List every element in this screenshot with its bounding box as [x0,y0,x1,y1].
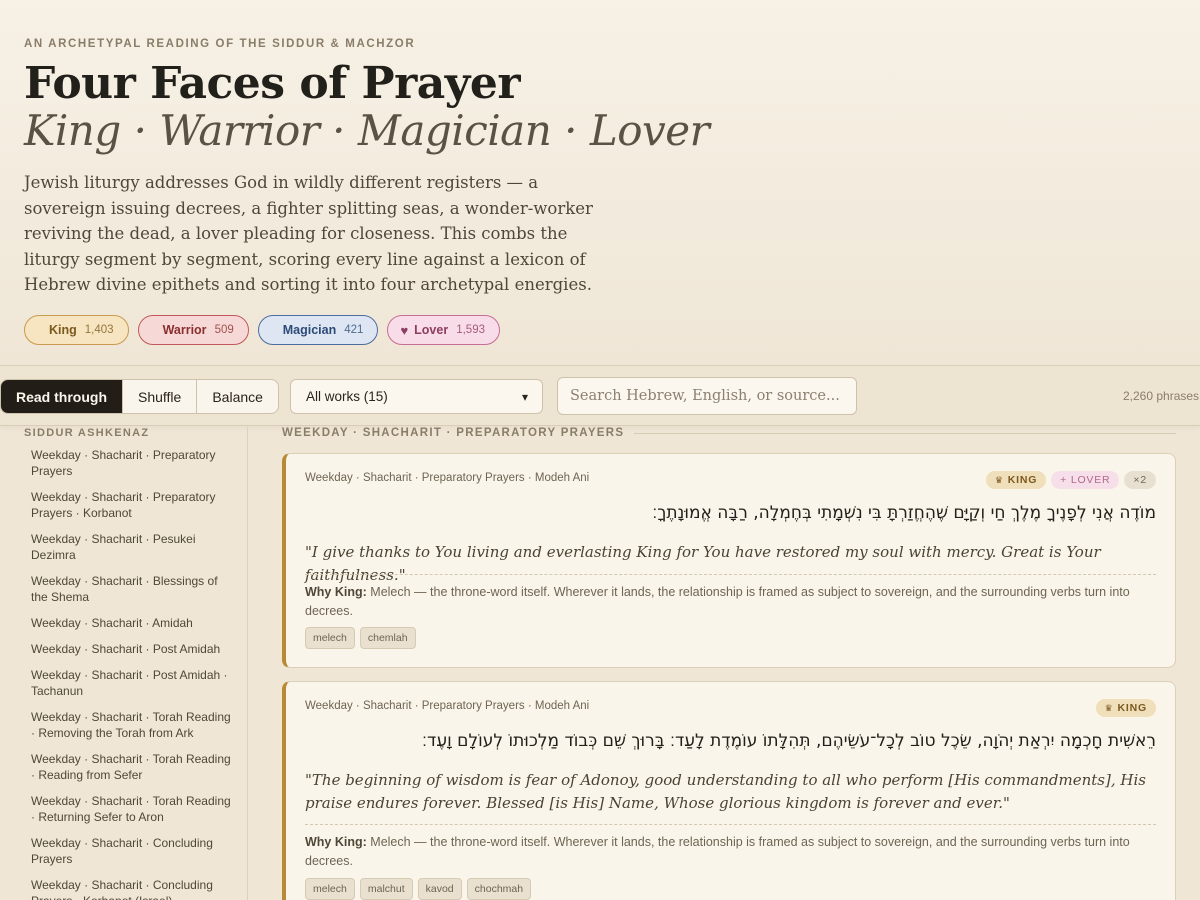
why-label: Why King: [305,585,367,599]
tag-label: KING [1007,474,1038,486]
hero-header: AN ARCHETYPAL READING OF THE SIDDUR & MA… [0,0,1200,366]
filter-king[interactable]: King 1,403 [24,315,129,345]
lexeme-chips: melech chemlah [305,627,416,649]
sidebar-item[interactable]: Weekday · Shacharit · Concluding Prayers… [31,877,236,900]
sidebar-item[interactable]: Weekday · Shacharit · Concluding Prayers [31,835,236,867]
section-heading: WEEKDAY · SHACHARIT · PREPARATORY PRAYER… [282,427,1176,439]
sidebar-item[interactable]: Weekday · Shacharit · Blessings of the S… [31,573,236,605]
search-placeholder: Search Hebrew, English, or source... [570,388,840,404]
why-explanation: Why King: Melech — the throne-word itsel… [305,833,1160,871]
tag-multiplier: ×2 [1124,471,1156,489]
card-tags: ♛ KING [1095,699,1156,717]
hebrew-text: מוֹדֶה אֲנִי לְפָנֶיךָ מֶלֶךְ חַי וְקַיָ… [652,503,1156,523]
tag-king: ♛ KING [985,471,1047,489]
card-breadcrumb: Weekday · Shacharit · Preparatory Prayer… [305,472,590,484]
english-translation: "The beginning of wisdom is fear of Adon… [305,771,1146,812]
sidebar: SIDDUR ASHKENAZ Weekday · Shacharit · Pr… [0,427,248,900]
filter-count: 421 [344,324,364,336]
intro-paragraph: Jewish liturgy addresses God in wildly d… [24,173,593,294]
sidebar-item[interactable]: Weekday · Shacharit · Torah Reading · Re… [31,751,236,783]
main-content: WEEKDAY · SHACHARIT · PREPARATORY PRAYER… [282,427,1176,900]
lexeme-chip[interactable]: malchut [359,878,413,900]
sidebar-item[interactable]: Weekday · Shacharit · Preparatory Prayer… [31,489,236,521]
phrase-card[interactable]: Weekday · Shacharit · Preparatory Prayer… [282,453,1176,668]
crown-icon: ♛ [994,474,1004,485]
phrase-count: 2,260 phrases [1123,389,1200,403]
mode-balance[interactable]: Balance [197,380,278,413]
filter-magician[interactable]: Magician 421 [257,315,379,345]
sidebar-item[interactable]: Weekday · Shacharit · Torah Reading · Re… [31,709,236,741]
archetype-filters: King 1,403 Warrior 509 Magician 421 ♥ Lo… [24,315,500,345]
why-text: Melech — the throne-word itself. Whereve… [305,835,1130,868]
filter-label: King [49,323,77,337]
sidebar-item[interactable]: Weekday · Shacharit · Preparatory Prayer… [31,447,236,479]
section-heading-label: WEEKDAY · SHACHARIT · PREPARATORY PRAYER… [282,427,625,439]
why-explanation: Why King: Melech — the throne-word itsel… [305,583,1160,621]
filter-label: Warrior [162,323,207,337]
filter-lover[interactable]: ♥ Lover 1,593 [387,315,500,345]
card-divider [305,574,1156,575]
chevron-down-icon: ▾ [521,389,528,404]
sidebar-item[interactable]: Weekday · Shacharit · Pesukei Dezimra [31,531,236,563]
filter-label: Magician [282,323,337,337]
sidebar-item[interactable]: Weekday · Shacharit · Post Amidah · Tach… [31,667,236,699]
card-breadcrumb: Weekday · Shacharit · Preparatory Prayer… [305,700,590,712]
lexeme-chip[interactable]: kavod [417,878,462,900]
hebrew-text: רֵאשִׁית חָכְמָה יִרְאַת יְהֹוָה, שֵׂכֶל… [422,731,1156,751]
sidebar-item[interactable]: Weekday · Shacharit · Amidah [31,615,236,631]
heart-icon: ♥ [400,322,409,338]
filter-warrior[interactable]: Warrior 509 [137,315,249,345]
page-title: Four Faces of Prayer [24,58,521,109]
mode-read-through[interactable]: Read through [1,380,123,413]
lexeme-chip[interactable]: chochmah [466,878,532,900]
lexeme-chip[interactable]: melech [305,627,355,649]
page-subtitle: King · Warrior · Magician · Lover [24,106,710,155]
sidebar-item[interactable]: Weekday · Shacharit · Post Amidah [31,641,236,657]
lexeme-chip[interactable]: melech [305,878,355,900]
filter-count: 1,403 [84,324,114,336]
why-label: Why King: [305,835,367,849]
card-tags: ♛ KING + LOVER ×2 [985,471,1156,489]
tag-label: KING [1117,702,1147,714]
crown-icon: ♛ [1104,702,1114,713]
works-select[interactable]: All works (15) ▾ [290,379,543,414]
why-text: Melech — the throne-word itself. Whereve… [305,585,1130,618]
mode-switcher: Read through Shuffle Balance [0,379,279,414]
filter-label: Lover [414,323,449,337]
sidebar-item[interactable]: Weekday · Shacharit · Torah Reading · Re… [31,793,236,825]
card-divider [305,824,1156,825]
sidebar-list: Weekday · Shacharit · Preparatory Prayer… [31,447,236,900]
english-translation: "I give thanks to You living and everlas… [305,543,1101,584]
tag-lover: + LOVER [1051,471,1120,489]
lexeme-chip[interactable]: chemlah [359,627,416,649]
search-input[interactable]: Search Hebrew, English, or source... [557,377,857,415]
mode-shuffle[interactable]: Shuffle [123,380,198,413]
section-rule [634,432,1176,434]
lexeme-chips: melech malchut kavod chochmah [305,878,532,900]
filter-count: 509 [214,324,234,336]
toolbar: Read through Shuffle Balance All works (… [0,366,1200,426]
eyebrow: AN ARCHETYPAL READING OF THE SIDDUR & MA… [24,38,416,50]
phrase-card[interactable]: Weekday · Shacharit · Preparatory Prayer… [282,681,1176,900]
works-select-value: All works (15) [306,389,388,404]
filter-count: 1,593 [456,324,485,336]
tag-king: ♛ KING [1095,699,1156,717]
sidebar-heading: SIDDUR ASHKENAZ [24,427,150,439]
